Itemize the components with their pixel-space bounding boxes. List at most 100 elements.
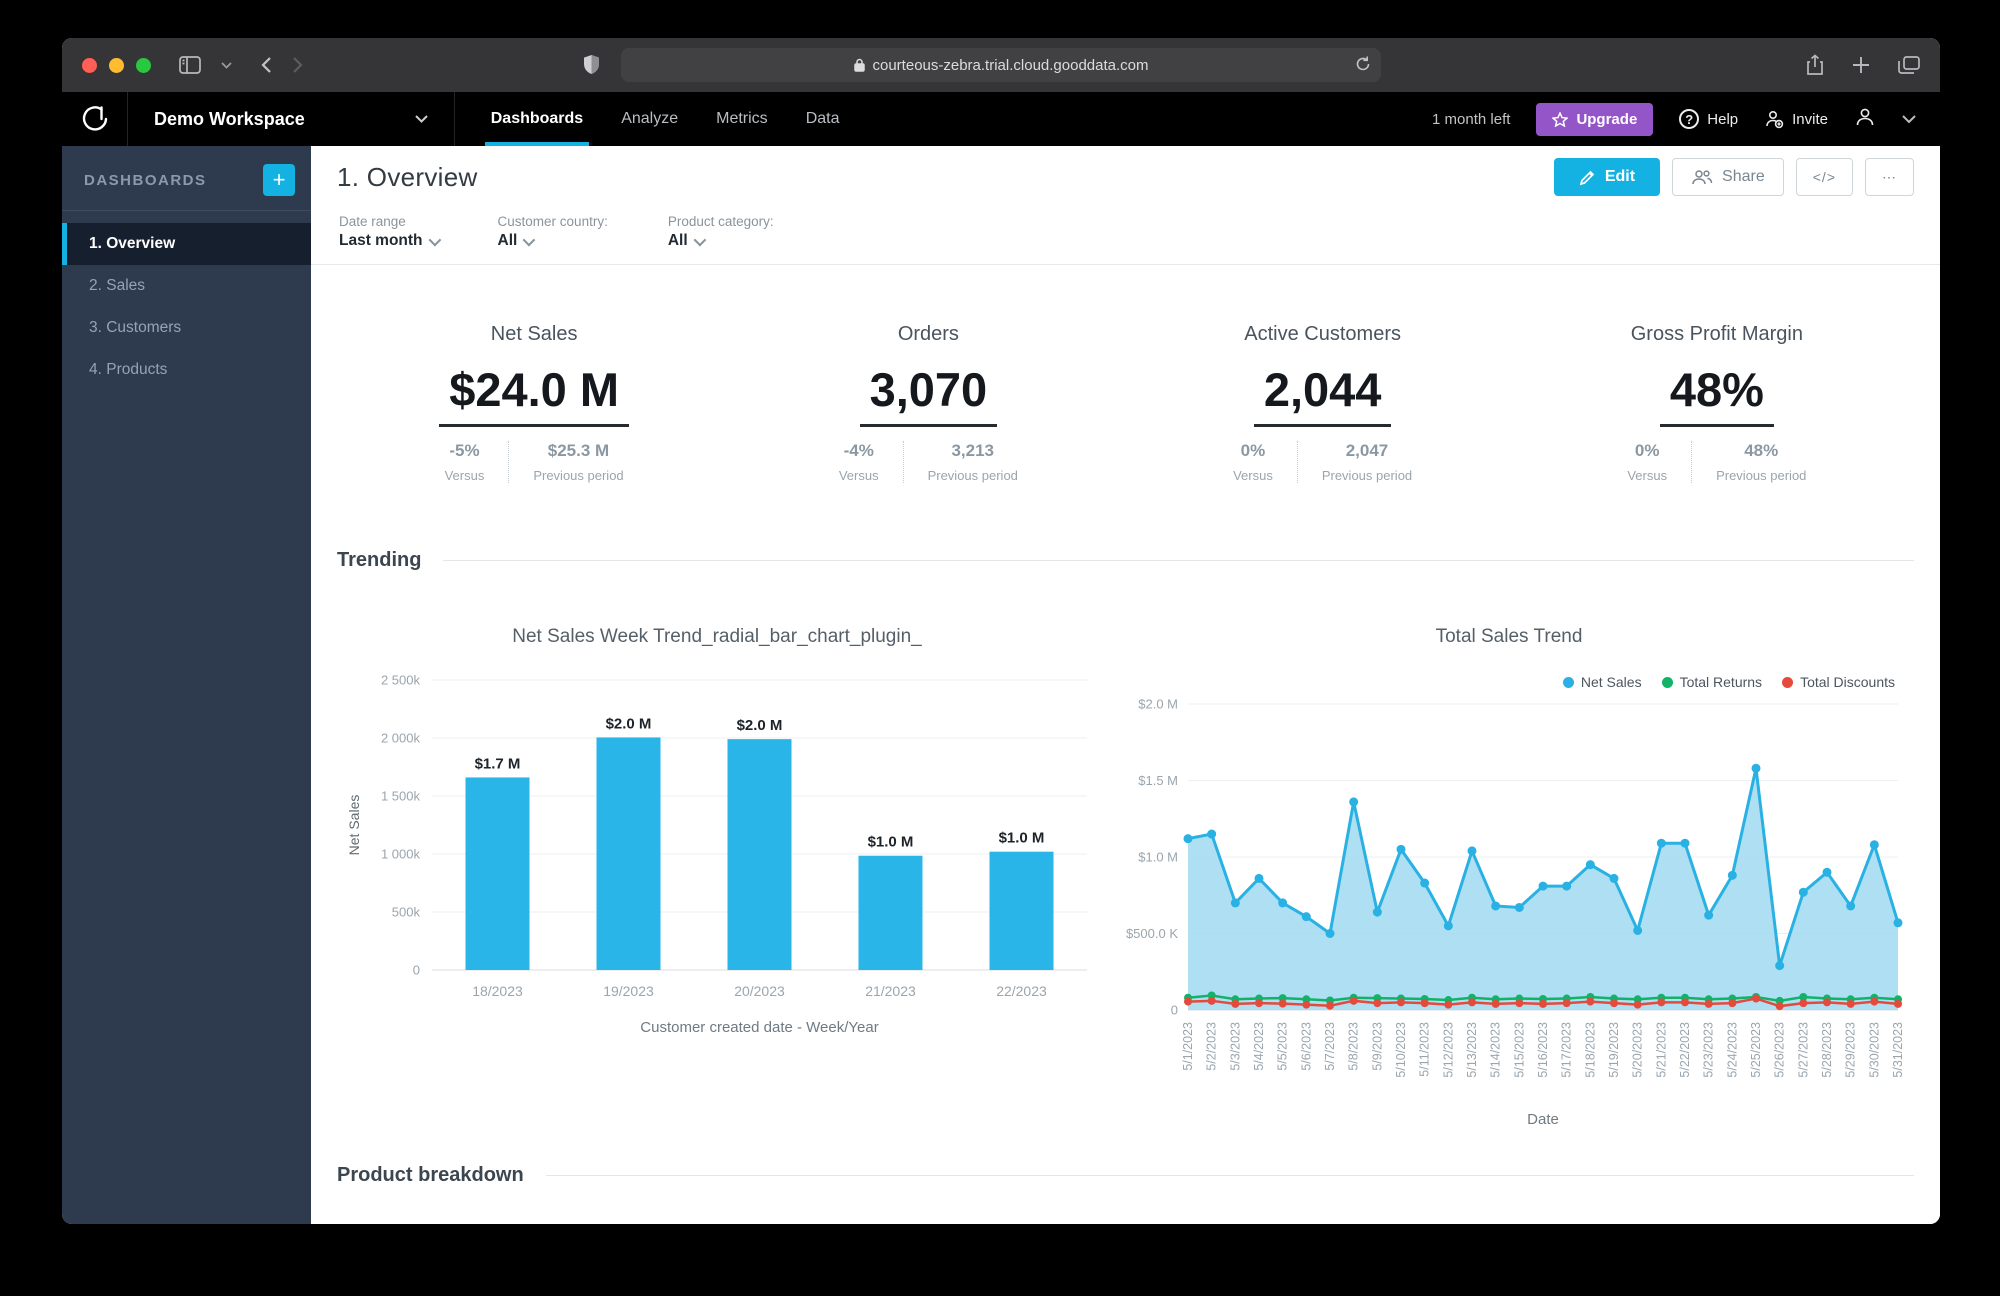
data-point[interactable] — [1538, 881, 1548, 891]
data-point[interactable] — [1870, 997, 1879, 1006]
data-point[interactable] — [1349, 996, 1358, 1005]
data-point[interactable] — [1846, 901, 1856, 911]
data-point[interactable] — [1254, 873, 1264, 883]
bar[interactable] — [989, 851, 1054, 970]
account-chevron-icon[interactable] — [1902, 114, 1916, 124]
data-point[interactable] — [1609, 873, 1619, 883]
bar[interactable] — [727, 739, 792, 970]
data-point[interactable] — [1444, 1000, 1453, 1009]
customer-country-filter[interactable]: Customer country: All — [498, 214, 608, 250]
data-point[interactable] — [1656, 838, 1666, 848]
reload-icon[interactable] — [1355, 55, 1371, 77]
tab-group-chevron-icon[interactable] — [221, 61, 232, 69]
share-page-icon[interactable] — [1806, 54, 1824, 76]
data-point[interactable] — [1704, 999, 1713, 1008]
minimize-window-button[interactable] — [109, 57, 124, 73]
back-icon[interactable] — [260, 56, 272, 74]
data-point[interactable] — [1751, 763, 1761, 773]
date-range-filter[interactable]: Date range Last month — [339, 214, 441, 250]
kpi-gross-profit-margin[interactable]: Gross Profit Margin 48% 0% Versus 48% Prev… — [1520, 323, 1914, 483]
data-point[interactable] — [1207, 996, 1216, 1005]
data-point[interactable] — [1633, 1000, 1642, 1009]
gooddata-logo-icon[interactable] — [62, 92, 128, 146]
data-point[interactable] — [1775, 961, 1785, 971]
data-point[interactable] — [1775, 1002, 1784, 1011]
tab-data[interactable]: Data — [806, 92, 840, 146]
data-point[interactable] — [1467, 846, 1477, 856]
sidebar-item-customers[interactable]: 3. Customers — [62, 307, 311, 349]
forward-icon[interactable] — [292, 56, 304, 74]
data-point[interactable] — [1585, 860, 1595, 870]
data-point[interactable] — [1443, 921, 1453, 931]
zoom-window-button[interactable] — [136, 57, 151, 73]
data-point[interactable] — [1894, 999, 1902, 1008]
bar-chart-widget[interactable]: Net Sales Week Trend_radial_bar_chart_pl… — [337, 602, 1097, 1130]
sidebar-toggle-icon[interactable] — [179, 56, 201, 74]
tab-dashboards[interactable]: Dashboards — [484, 92, 590, 146]
data-point[interactable] — [1231, 999, 1240, 1008]
legend-item[interactable]: Net Sales — [1562, 674, 1642, 690]
data-point[interactable] — [1728, 999, 1737, 1008]
kpi-orders[interactable]: Orders 3,070 -4% Versus 3,213 Previous per… — [731, 323, 1125, 483]
more-options-button[interactable]: ⋯ — [1865, 158, 1914, 196]
bar[interactable] — [858, 855, 923, 970]
tab-analyze[interactable]: Analyze — [621, 92, 678, 146]
data-point[interactable] — [1846, 999, 1855, 1008]
workspace-picker[interactable]: Demo Workspace — [128, 92, 455, 146]
data-point[interactable] — [1491, 901, 1501, 911]
new-tab-icon[interactable] — [1852, 56, 1870, 74]
data-point[interactable] — [1657, 998, 1666, 1007]
data-point[interactable] — [1798, 887, 1808, 897]
add-dashboard-button[interactable]: + — [263, 164, 295, 196]
data-point[interactable] — [1349, 797, 1359, 807]
data-point[interactable] — [1184, 997, 1192, 1006]
privacy-shield-icon[interactable] — [583, 54, 600, 80]
invite-button[interactable]: Invite — [1764, 109, 1828, 129]
legend-item[interactable]: Total Returns — [1661, 674, 1762, 690]
data-point[interactable] — [1586, 997, 1595, 1006]
product-category-filter[interactable]: Product category: All — [668, 214, 774, 250]
data-point[interactable] — [1752, 994, 1760, 1003]
data-point[interactable] — [1301, 912, 1311, 922]
kpi-net-sales[interactable]: Net Sales $24.0 M -5% Versus $25.3 M Previ… — [337, 323, 731, 483]
data-point[interactable] — [1562, 881, 1572, 891]
data-point[interactable] — [1514, 902, 1524, 912]
data-point[interactable] — [1207, 829, 1217, 839]
sidebar-item-products[interactable]: 4. Products — [62, 349, 311, 391]
embed-code-button[interactable]: </> — [1795, 158, 1853, 196]
data-point[interactable] — [1468, 998, 1476, 1007]
data-point[interactable] — [1704, 910, 1714, 920]
bar[interactable] — [596, 737, 661, 970]
data-point[interactable] — [1278, 999, 1287, 1008]
data-point[interactable] — [1420, 999, 1429, 1008]
data-point[interactable] — [1325, 929, 1335, 938]
data-point[interactable] — [1822, 867, 1832, 877]
tab-metrics[interactable]: Metrics — [716, 92, 768, 146]
data-point[interactable] — [1515, 999, 1524, 1008]
account-icon[interactable] — [1854, 106, 1876, 133]
url-bar[interactable]: courteous-zebra.trial.cloud.gooddata.com — [621, 48, 1381, 82]
line-chart-widget[interactable]: Total Sales Trend Net Sales Total Returns… — [1103, 602, 1915, 1130]
data-point[interactable] — [1633, 925, 1643, 935]
data-point[interactable] — [1823, 998, 1831, 1007]
data-point[interactable] — [1681, 998, 1689, 1007]
data-point[interactable] — [1420, 878, 1430, 888]
data-point[interactable] — [1727, 870, 1737, 880]
share-button[interactable]: Share — [1672, 158, 1784, 196]
data-point[interactable] — [1183, 834, 1193, 844]
data-point[interactable] — [1491, 999, 1500, 1008]
data-point[interactable] — [1397, 998, 1405, 1007]
data-point[interactable] — [1396, 844, 1406, 854]
data-point[interactable] — [1680, 838, 1690, 848]
data-point[interactable] — [1255, 999, 1263, 1008]
sidebar-item-sales[interactable]: 2. Sales — [62, 265, 311, 307]
data-point[interactable] — [1326, 1001, 1334, 1010]
data-point[interactable] — [1372, 907, 1382, 917]
bar[interactable] — [465, 777, 530, 970]
data-point[interactable] — [1562, 999, 1571, 1008]
kpi-active-customers[interactable]: Active Customers 2,044 0% Versus 2,047 Pre… — [1126, 323, 1520, 483]
tab-overview-icon[interactable] — [1898, 55, 1920, 75]
data-point[interactable] — [1302, 1000, 1311, 1009]
data-point[interactable] — [1230, 898, 1240, 908]
upgrade-button[interactable]: Upgrade — [1536, 102, 1654, 136]
